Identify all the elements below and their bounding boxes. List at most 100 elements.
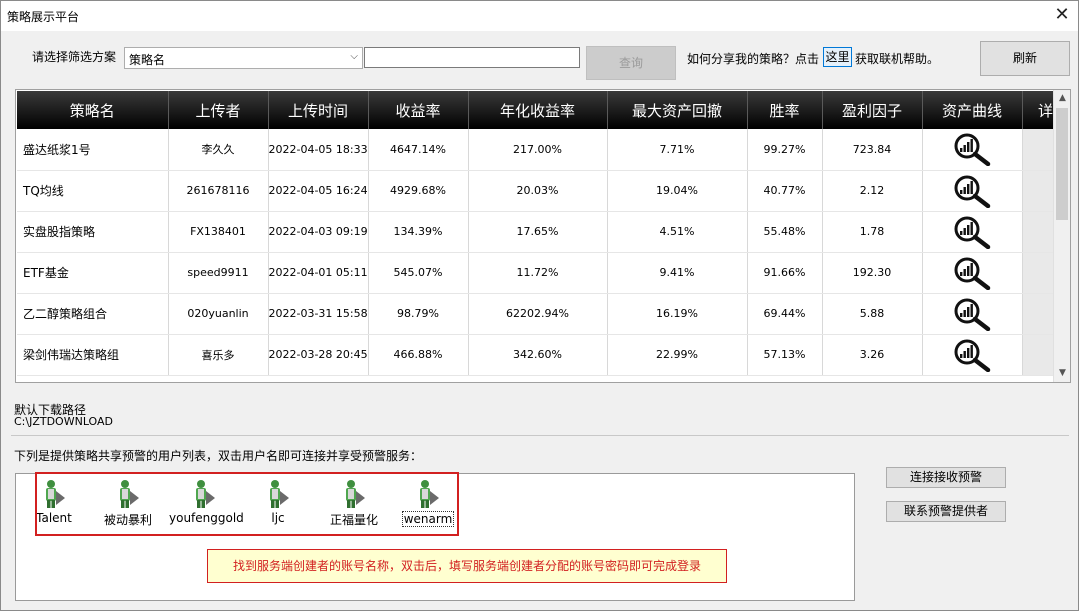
strategy-table-viewport: 策略名 上传者 上传时间 收益率 年化收益率 最大资产回撤 胜率 盈利因子 资产…: [17, 91, 1053, 381]
magnifier-chart-icon[interactable]: [952, 175, 992, 208]
cell-max-drawdown: 16.19%: [607, 293, 748, 335]
col-header-asset-curve[interactable]: 资产曲线: [922, 91, 1023, 129]
cell-uploader: FX138401: [168, 211, 269, 253]
cell-return: 134.39%: [368, 211, 469, 253]
cell-max-drawdown: 19.04%: [607, 170, 748, 212]
asset-curve-cell[interactable]: [922, 129, 1023, 171]
col-header-win-rate[interactable]: 胜率: [747, 91, 823, 129]
cell-annual-return: 20.03%: [468, 170, 608, 212]
refresh-button[interactable]: 刷新: [980, 41, 1070, 76]
table-vertical-scrollbar[interactable]: ▲ ▼: [1053, 90, 1070, 382]
scroll-up-icon[interactable]: ▲: [1054, 90, 1070, 107]
strategy-table-grid: 策略名 上传者 上传时间 收益率 年化收益率 最大资产回撤 胜率 盈利因子 资产…: [17, 91, 1053, 376]
cell-win-rate: 55.48%: [747, 211, 823, 253]
query-button[interactable]: 查询: [586, 46, 676, 80]
cell-win-rate: 99.27%: [747, 129, 823, 171]
cell-time: 2022-03-28 20:45: [268, 334, 369, 376]
main-window: 策略展示平台 ✕ 请选择筛选方案 策略名 ⌵ 查询 如何分享我的策略？点击 这里…: [0, 0, 1079, 611]
col-header-annual-return[interactable]: 年化收益率: [468, 91, 608, 129]
cell-win-rate: 57.13%: [747, 334, 823, 376]
table-row[interactable]: 盛达纸浆1号 李久久 2022-04-05 18:33 4647.14% 217.00%…: [17, 129, 1053, 171]
magnifier-chart-icon[interactable]: [952, 339, 992, 372]
cell-profit-factor: 2.12: [822, 170, 923, 212]
scroll-down-icon[interactable]: ▼: [1054, 365, 1070, 382]
chevron-down-icon: ⌵: [350, 51, 358, 62]
strategy-table: 策略名 上传者 上传时间 收益率 年化收益率 最大资产回撤 胜率 盈利因子 资产…: [15, 89, 1071, 383]
cell-win-rate: 40.77%: [747, 170, 823, 212]
cell-uploader: 261678116: [168, 170, 269, 212]
cell-return: 4929.68%: [368, 170, 469, 212]
detail-cell[interactable]: [1022, 252, 1053, 294]
col-header-time[interactable]: 上传时间: [268, 91, 369, 129]
cell-win-rate: 91.66%: [747, 252, 823, 294]
detail-cell[interactable]: [1022, 129, 1053, 171]
table-row[interactable]: ETF基金 speed9911 2022-04-01 05:11 545.07% 11.…: [17, 252, 1053, 294]
cell-profit-factor: 723.84: [822, 129, 923, 171]
cell-time: 2022-03-31 15:58: [268, 293, 369, 335]
cell-max-drawdown: 9.41%: [607, 252, 748, 294]
cell-annual-return: 62202.94%: [468, 293, 608, 335]
asset-curve-cell[interactable]: [922, 211, 1023, 253]
magnifier-chart-icon[interactable]: [952, 257, 992, 290]
connect-alert-button[interactable]: 连接接收预警: [886, 467, 1006, 488]
cell-return: 545.07%: [368, 252, 469, 294]
asset-curve-cell[interactable]: [922, 170, 1023, 212]
col-header-uploader[interactable]: 上传者: [168, 91, 269, 129]
section-divider: [11, 435, 1069, 436]
filter-input[interactable]: [364, 47, 580, 68]
cell-name: 实盘股指策略: [17, 211, 169, 253]
share-prompt: 如何分享我的策略？点击: [687, 52, 820, 66]
detail-cell[interactable]: [1022, 211, 1053, 253]
cell-annual-return: 11.72%: [468, 252, 608, 294]
here-help-button[interactable]: 这里: [823, 47, 852, 67]
cell-profit-factor: 5.88: [822, 293, 923, 335]
cell-profit-factor: 3.26: [822, 334, 923, 376]
detail-cell[interactable]: [1022, 293, 1053, 335]
col-header-name[interactable]: 策略名: [17, 91, 169, 129]
table-row[interactable]: TQ均线 261678116 2022-04-05 16:24 4929.68% 20.…: [17, 170, 1053, 212]
col-header-detail[interactable]: 详: [1022, 91, 1053, 129]
magnifier-chart-icon[interactable]: [952, 216, 992, 249]
col-header-return[interactable]: 收益率: [368, 91, 469, 129]
table-row[interactable]: 梁剑伟瑞达策略组 喜乐多 2022-03-28 20:45 466.88% 342.60…: [17, 334, 1053, 376]
title-bar: 策略展示平台 ✕: [1, 1, 1078, 31]
cell-name: 梁剑伟瑞达策略组: [17, 334, 169, 376]
cell-uploader: 喜乐多: [168, 334, 269, 376]
filter-select[interactable]: 策略名 ⌵: [124, 47, 363, 69]
cell-max-drawdown: 22.99%: [607, 334, 748, 376]
col-header-profit-factor[interactable]: 盈利因子: [822, 91, 923, 129]
filter-label: 请选择筛选方案: [32, 50, 117, 64]
cell-time: 2022-04-01 05:11: [268, 252, 369, 294]
cell-return: 4647.14%: [368, 129, 469, 171]
cell-name: ETF基金: [17, 252, 169, 294]
asset-curve-cell[interactable]: [922, 334, 1023, 376]
magnifier-chart-icon[interactable]: [952, 133, 992, 167]
cell-time: 2022-04-03 09:19: [268, 211, 369, 253]
cell-name: TQ均线: [17, 170, 169, 212]
col-header-max-drawdown[interactable]: 最大资产回撤: [607, 91, 748, 129]
table-header-row: 策略名 上传者 上传时间 收益率 年化收益率 最大资产回撤 胜率 盈利因子 资产…: [17, 91, 1053, 129]
cell-win-rate: 69.44%: [747, 293, 823, 335]
magnifier-chart-icon[interactable]: [952, 298, 992, 331]
asset-curve-cell[interactable]: [922, 293, 1023, 335]
filter-select-value: 策略名: [129, 53, 166, 67]
window-title: 策略展示平台: [7, 10, 80, 24]
table-row[interactable]: 实盘股指策略 FX138401 2022-04-03 09:19 134.39% 17.…: [17, 211, 1053, 253]
help-text: 获取联机帮助。: [855, 52, 940, 66]
contact-provider-button[interactable]: 联系预警提供者: [886, 501, 1006, 522]
login-notice: 找到服务端创建者的账号名称，双击后，填写服务端创建者分配的账号密码即可完成登录: [207, 549, 727, 583]
cell-max-drawdown: 4.51%: [607, 211, 748, 253]
cell-uploader: 020yuanlin: [168, 293, 269, 335]
cell-return: 466.88%: [368, 334, 469, 376]
scroll-thumb[interactable]: [1056, 108, 1068, 220]
cell-name: 盛达纸浆1号: [17, 129, 169, 171]
cell-name: 乙二醇策略组合: [17, 293, 169, 335]
close-icon[interactable]: ✕: [1052, 4, 1072, 26]
cell-annual-return: 217.00%: [468, 129, 608, 171]
table-row[interactable]: 乙二醇策略组合 020yuanlin 2022-03-31 15:58 98.79% 6…: [17, 293, 1053, 335]
detail-cell[interactable]: [1022, 170, 1053, 212]
user-list-highlight: [35, 472, 459, 536]
asset-curve-cell[interactable]: [922, 252, 1023, 294]
detail-cell[interactable]: [1022, 334, 1053, 376]
cell-uploader: speed9911: [168, 252, 269, 294]
